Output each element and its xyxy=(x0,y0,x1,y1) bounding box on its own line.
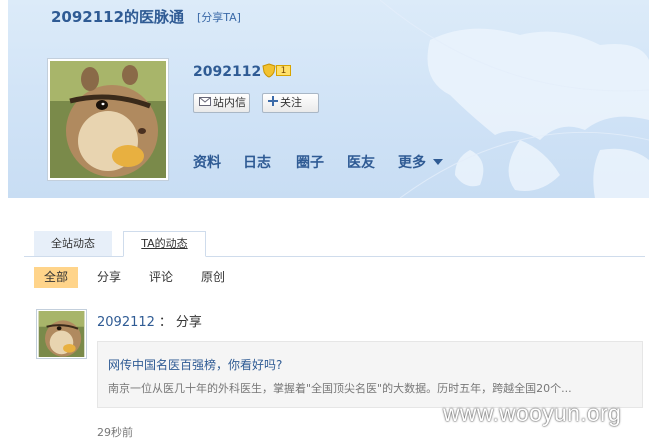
plus-icon xyxy=(268,94,278,112)
level-badge: 1 xyxy=(262,63,293,78)
feed-action: 分享 xyxy=(175,315,202,330)
nav-circles[interactable]: 圈子 xyxy=(296,152,324,172)
nav-profile[interactable]: 资料 xyxy=(193,152,221,172)
shield-icon xyxy=(262,63,276,78)
feed-username[interactable]: 2092112 xyxy=(97,315,155,330)
article-title-link[interactable]: 网传中国名医百强榜，你看好吗? xyxy=(108,356,282,373)
filter-share[interactable]: 分享 xyxy=(96,267,122,288)
tabs-divider xyxy=(24,256,645,257)
message-button[interactable]: 站内信 xyxy=(193,93,250,113)
nav-more-label: 更多 xyxy=(398,155,426,171)
message-button-label: 站内信 xyxy=(213,96,246,109)
envelope-icon xyxy=(199,94,211,112)
filter-all[interactable]: 全部 xyxy=(34,267,78,288)
level-number: 1 xyxy=(276,65,291,76)
watermark: www.wooyun.org xyxy=(443,400,622,426)
article-summary: 南京一位从医几十年的外科医生，掌握着"全国顶尖名医"的大数据。历时五年，跨越全国… xyxy=(108,382,572,395)
tab-site-activity[interactable]: 全站动态 xyxy=(34,231,112,256)
chipmunk-photo xyxy=(50,61,166,178)
nav-blog[interactable]: 日志 xyxy=(243,152,271,172)
filter-comment[interactable]: 评论 xyxy=(148,267,174,288)
filter-original[interactable]: 原创 xyxy=(200,267,226,288)
nav-doctor-friends[interactable]: 医友 xyxy=(347,152,375,172)
profile-banner: 2092112的医脉通 [分享TA] 2092112 1 站内信 关注 资料 日… xyxy=(0,0,649,198)
profile-username[interactable]: 2092112 xyxy=(193,64,261,80)
follow-button-label: 关注 xyxy=(280,96,302,109)
chipmunk-thumbnail xyxy=(38,311,85,357)
page-title: 2092112的医脉通 xyxy=(51,8,185,26)
shared-article-card: 网传中国名医百强榜，你看好吗? 南京一位从医几十年的外科医生，掌握着"全国顶尖名… xyxy=(97,341,643,408)
feed-timestamp: 29秒前 xyxy=(97,426,133,439)
tab-ta-activity[interactable]: TA的动态 xyxy=(123,231,206,257)
profile-avatar[interactable] xyxy=(47,58,169,181)
chevron-down-icon xyxy=(433,159,443,165)
share-ta-link[interactable]: [分享TA] xyxy=(197,9,241,25)
follow-button[interactable]: 关注 xyxy=(262,93,319,113)
nav-more[interactable]: 更多 xyxy=(398,152,443,172)
feed-separator: ： xyxy=(158,315,172,330)
feed-item-header: 2092112：分享 xyxy=(97,311,202,330)
feed-avatar[interactable] xyxy=(36,309,87,359)
